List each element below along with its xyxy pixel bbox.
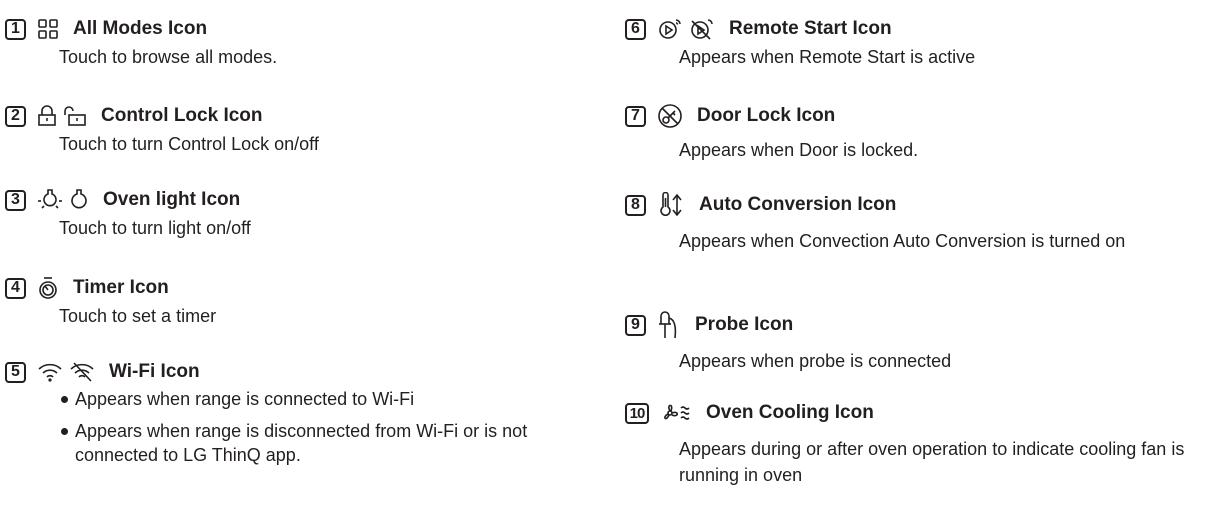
item-probe: 9 Probe Icon Appears when probe is conne… xyxy=(620,310,1217,374)
item-number: 1 xyxy=(5,18,26,40)
item-title: Timer Icon xyxy=(73,277,169,298)
item-auto-conversion: 8 Auto Conversion Icon Appears when Conv… xyxy=(620,190,1217,254)
item-number: 4 xyxy=(5,277,26,299)
item-number: 6 xyxy=(625,18,646,40)
item-description: Touch to turn Control Lock on/off xyxy=(59,134,319,154)
item-title: Remote Start Icon xyxy=(729,18,892,39)
item-remote-start: 6 Remote Start Icon Appears when Remote … xyxy=(620,14,1217,70)
item-wifi: 5 Wi-Fi Icon Appears when range is conne xyxy=(0,357,600,475)
item-description: Appears when Convection Auto Conversion … xyxy=(679,231,1126,251)
item-title: Oven Cooling Icon xyxy=(706,402,874,423)
timer-icon xyxy=(39,277,57,299)
wifi-off-icon xyxy=(70,362,94,382)
fan-heat-icon xyxy=(664,404,690,420)
item-title: Oven light Icon xyxy=(103,189,241,210)
item-title: Wi-Fi Icon xyxy=(109,361,200,382)
item-number: 10 xyxy=(625,402,649,424)
thermometer-arrows-icon xyxy=(660,192,682,217)
item-number: 2 xyxy=(5,105,26,127)
light-on-icon xyxy=(38,189,62,209)
light-off-icon xyxy=(71,189,87,209)
list-item: Appears when range is disconnected from … xyxy=(59,419,600,467)
item-description: Appears during or after oven operation t… xyxy=(679,439,1185,485)
item-number: 7 xyxy=(625,105,646,127)
item-door-lock: 7 Door Lock Icon Appears when Door is lo… xyxy=(620,101,1217,163)
lock-open-icon xyxy=(64,106,86,126)
item-oven-cooling: 10 Oven Cooling Icon Appears during or a… xyxy=(620,398,1217,488)
door-lock-icon xyxy=(658,104,682,128)
wifi-icon xyxy=(38,363,62,382)
item-number: 3 xyxy=(5,189,26,211)
item-number: 5 xyxy=(5,361,26,383)
remote-start-off-icon xyxy=(691,19,713,40)
item-title: Control Lock Icon xyxy=(101,105,263,126)
item-oven-light: 3 Oven light Icon Touch to turn light on… xyxy=(0,185,600,241)
all-modes-icon xyxy=(38,19,58,39)
item-title: Auto Conversion Icon xyxy=(699,194,897,215)
item-title: All Modes Icon xyxy=(73,18,208,39)
item-description: Appears when Door is locked. xyxy=(679,140,919,160)
item-number: 9 xyxy=(625,314,646,336)
bullet-list: Appears when range is connected to Wi-Fi… xyxy=(59,387,600,467)
remote-start-icon xyxy=(659,19,681,39)
list-item: Appears when range is connected to Wi-Fi xyxy=(59,387,600,411)
item-description: Touch to turn light on/off xyxy=(59,218,251,238)
item-all-modes: 1 All Modes Icon Touch to browse all mod… xyxy=(0,14,600,70)
item-title: Door Lock Icon xyxy=(697,105,836,126)
item-description: Appears when probe is connected xyxy=(679,351,952,371)
item-description: Appears when Remote Start is active xyxy=(679,47,976,67)
item-number: 8 xyxy=(625,194,646,216)
probe-icon xyxy=(659,311,677,339)
item-timer: 4 Timer Icon Touch to set a timer xyxy=(0,273,600,329)
lock-closed-icon xyxy=(38,105,56,126)
item-description: Touch to browse all modes. xyxy=(59,47,278,67)
item-description: Touch to set a timer xyxy=(59,306,217,326)
item-title: Probe Icon xyxy=(695,314,794,335)
item-control-lock: 2 Control Lock Icon Touch to turn Contro… xyxy=(0,101,600,157)
